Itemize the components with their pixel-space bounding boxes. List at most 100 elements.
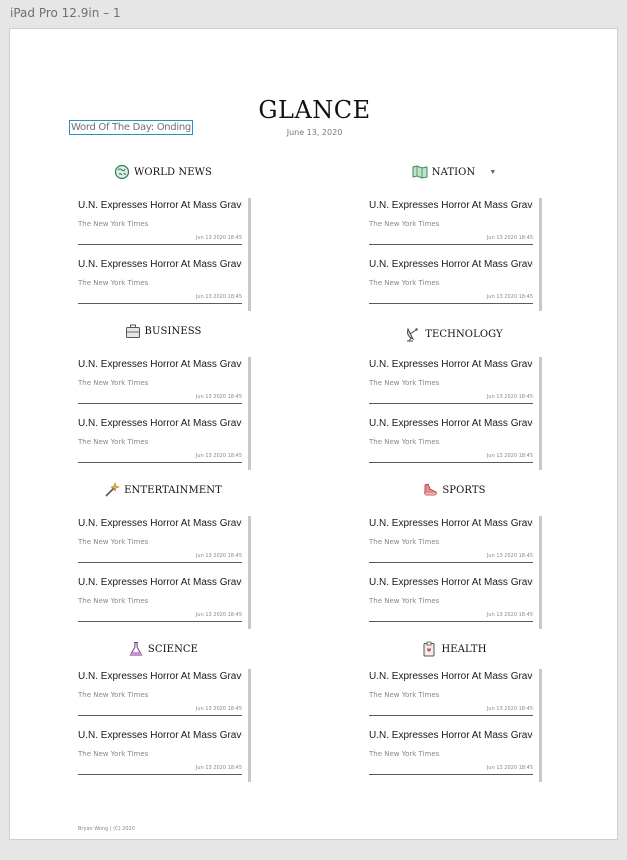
medical-clipboard-icon — [421, 641, 437, 657]
article-title: U.N. Expresses Horror At Mass Graves In — [369, 359, 533, 370]
article-title: U.N. Expresses Horror At Mass Graves In — [369, 730, 533, 741]
article-title: U.N. Expresses Horror At Mass Graves In — [78, 359, 242, 370]
divider — [369, 244, 533, 245]
article-time: Jun 13 2020 18:45 — [486, 294, 533, 300]
article-title: U.N. Expresses Horror At Mass Graves In — [78, 671, 242, 682]
divider — [78, 774, 242, 775]
article-time: Jun 13 2020 18:45 — [195, 706, 242, 712]
article-card[interactable]: U.N. Expresses Horror At Mass Graves In … — [78, 671, 242, 721]
article-time: Jun 13 2020 18:45 — [195, 553, 242, 559]
section-title: SCIENCE — [147, 643, 199, 655]
article-title: U.N. Expresses Horror At Mass Graves In — [78, 577, 242, 588]
article-time: Jun 13 2020 18:45 — [195, 294, 242, 300]
article-card[interactable]: U.N. Expresses Horror At Mass Graves In … — [78, 418, 242, 468]
article-list[interactable]: U.N. Expresses Horror At Mass Graves In … — [369, 669, 542, 782]
article-card[interactable]: U.N. Expresses Horror At Mass Graves In … — [369, 730, 533, 780]
article-title: U.N. Expresses Horror At Mass Graves In — [78, 259, 242, 270]
article-time: Jun 13 2020 18:45 — [486, 453, 533, 459]
article-source: The New York Times — [78, 279, 149, 287]
article-card[interactable]: U.N. Expresses Horror At Mass Graves In … — [369, 671, 533, 721]
article-list[interactable]: U.N. Expresses Horror At Mass Graves In … — [78, 669, 251, 782]
article-title: U.N. Expresses Horror At Mass Graves In — [78, 730, 242, 741]
section-header: SCIENCE — [78, 639, 248, 659]
divider — [369, 303, 533, 304]
section-title: BUSINESS — [144, 325, 202, 337]
article-title: U.N. Expresses Horror At Mass Graves In — [78, 200, 242, 211]
section-header: HEALTH — [369, 639, 539, 659]
article-title: U.N. Expresses Horror At Mass Graves In — [78, 418, 242, 429]
article-source: The New York Times — [78, 438, 149, 446]
article-card[interactable]: U.N. Expresses Horror At Mass Graves In … — [369, 518, 533, 568]
article-source: The New York Times — [369, 597, 440, 605]
article-time: Jun 13 2020 18:45 — [486, 553, 533, 559]
map-icon — [412, 164, 428, 180]
article-card[interactable]: U.N. Expresses Horror At Mass Graves In … — [369, 200, 533, 250]
article-card[interactable]: U.N. Expresses Horror At Mass Graves In … — [78, 730, 242, 780]
article-list[interactable]: U.N. Expresses Horror At Mass Graves In … — [78, 357, 251, 470]
page-date: June 13, 2020 — [286, 128, 343, 137]
article-list[interactable]: U.N. Expresses Horror At Mass Graves In … — [369, 198, 542, 311]
flask-icon — [128, 641, 144, 657]
divider — [78, 244, 242, 245]
divider — [78, 403, 242, 404]
divider — [369, 774, 533, 775]
divider — [78, 303, 242, 304]
sneaker-icon — [422, 482, 438, 498]
divider — [78, 621, 242, 622]
divider — [78, 562, 242, 563]
section-header: ENTERTAINMENT — [78, 480, 248, 500]
article-list[interactable]: U.N. Expresses Horror At Mass Graves In … — [78, 516, 251, 629]
divider — [78, 462, 242, 463]
article-list[interactable]: U.N. Expresses Horror At Mass Graves In … — [78, 198, 251, 311]
article-list[interactable]: U.N. Expresses Horror At Mass Graves In … — [369, 516, 542, 629]
section-header: SPORTS — [369, 480, 539, 500]
section-header: NATION ▼ — [369, 162, 539, 182]
article-title: U.N. Expresses Horror At Mass Graves In — [369, 200, 533, 211]
article-card[interactable]: U.N. Expresses Horror At Mass Graves In … — [78, 518, 242, 568]
section-title: NATION — [431, 166, 476, 178]
article-time: Jun 13 2020 18:45 — [195, 394, 242, 400]
article-card[interactable]: U.N. Expresses Horror At Mass Graves In … — [369, 259, 533, 309]
window-title: iPad Pro 12.9in – 1 — [10, 6, 121, 20]
article-title: U.N. Expresses Horror At Mass Graves In — [369, 418, 533, 429]
article-source: The New York Times — [78, 220, 149, 228]
chevron-down-icon[interactable]: ▼ — [489, 169, 496, 176]
globe-icon — [114, 164, 130, 180]
article-source: The New York Times — [78, 597, 149, 605]
article-time: Jun 13 2020 18:45 — [195, 612, 242, 618]
magic-wand-icon — [104, 482, 121, 498]
briefcase-icon — [125, 323, 141, 339]
article-source: The New York Times — [369, 220, 440, 228]
article-card[interactable]: U.N. Expresses Horror At Mass Graves In … — [78, 259, 242, 309]
divider — [369, 621, 533, 622]
article-time: Jun 13 2020 18:45 — [486, 235, 533, 241]
article-source: The New York Times — [369, 691, 440, 699]
article-card[interactable]: U.N. Expresses Horror At Mass Graves In … — [78, 359, 242, 409]
article-title: U.N. Expresses Horror At Mass Graves In — [369, 259, 533, 270]
article-time: Jun 13 2020 18:45 — [195, 453, 242, 459]
article-card[interactable]: U.N. Expresses Horror At Mass Graves In … — [369, 359, 533, 409]
article-time: Jun 13 2020 18:45 — [486, 765, 533, 771]
article-time: Jun 13 2020 18:45 — [195, 765, 242, 771]
article-list[interactable]: U.N. Expresses Horror At Mass Graves In … — [369, 357, 542, 470]
section-header: TECHNOLOGY — [369, 324, 539, 344]
divider — [369, 715, 533, 716]
divider — [369, 462, 533, 463]
article-source: The New York Times — [369, 379, 440, 387]
divider — [78, 715, 242, 716]
article-source: The New York Times — [369, 279, 440, 287]
article-source: The New York Times — [78, 750, 149, 758]
article-time: Jun 13 2020 18:45 — [486, 394, 533, 400]
section-title: ENTERTAINMENT — [124, 484, 222, 496]
article-card[interactable]: U.N. Expresses Horror At Mass Graves In … — [78, 200, 242, 250]
section-header: BUSINESS — [78, 321, 248, 341]
page-title: GLANCE — [258, 96, 371, 124]
section-title: HEALTH — [441, 643, 487, 655]
article-source: The New York Times — [369, 538, 440, 546]
article-card[interactable]: U.N. Expresses Horror At Mass Graves In … — [369, 418, 533, 468]
article-card[interactable]: U.N. Expresses Horror At Mass Graves In … — [369, 577, 533, 627]
article-time: Jun 13 2020 18:45 — [486, 706, 533, 712]
article-card[interactable]: U.N. Expresses Horror At Mass Graves In … — [78, 577, 242, 627]
article-time: Jun 13 2020 18:45 — [486, 612, 533, 618]
section-header: WORLD NEWS — [78, 162, 248, 182]
